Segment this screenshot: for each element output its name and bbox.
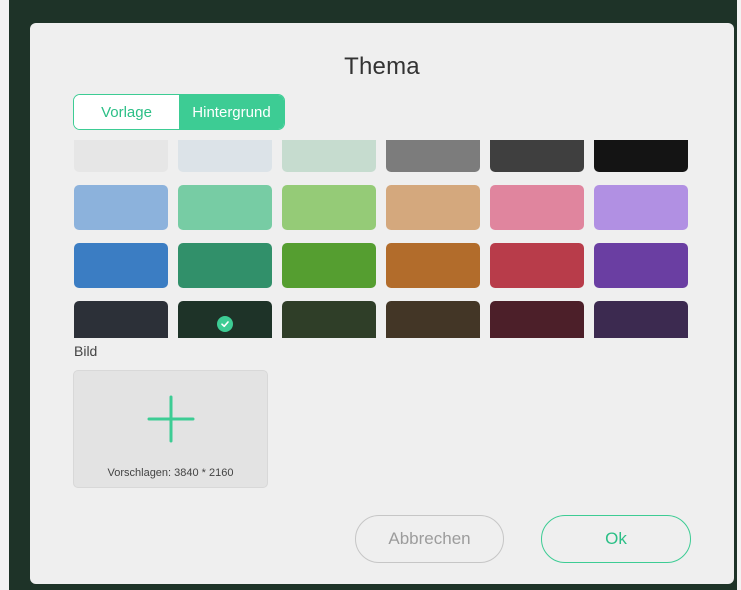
background-edge-left — [0, 0, 9, 590]
color-swatch[interactable] — [282, 185, 376, 230]
image-section-label: Bild — [74, 343, 98, 359]
color-swatch[interactable] — [594, 243, 688, 288]
swatch-row — [74, 243, 690, 288]
selected-check-icon — [217, 315, 233, 332]
tab-template[interactable]: Vorlage — [74, 95, 179, 129]
color-swatch[interactable] — [74, 140, 168, 172]
color-swatch[interactable] — [490, 243, 584, 288]
color-swatch[interactable] — [282, 243, 376, 288]
plus-icon — [147, 395, 195, 443]
swatch-row — [74, 140, 690, 172]
color-swatch[interactable] — [594, 301, 688, 338]
color-swatch[interactable] — [282, 140, 376, 172]
theme-dialog: Thema Vorlage Hintergrund Bild Vorschlag… — [30, 23, 734, 584]
color-swatch[interactable] — [74, 301, 168, 338]
upload-hint: Vorschlagen: 3840 * 2160 — [107, 467, 234, 479]
ok-button[interactable]: Ok — [541, 515, 691, 563]
color-swatch[interactable] — [490, 301, 584, 338]
color-swatch[interactable] — [178, 140, 272, 172]
tab-background[interactable]: Hintergrund — [179, 95, 284, 129]
cancel-button[interactable]: Abbrechen — [355, 515, 504, 563]
color-swatch[interactable] — [490, 185, 584, 230]
color-swatch-grid — [74, 140, 690, 338]
color-swatch[interactable] — [594, 140, 688, 172]
dialog-title: Thema — [344, 53, 420, 80]
color-swatch[interactable] — [386, 301, 480, 338]
color-swatch[interactable] — [490, 140, 584, 172]
color-swatch-scroll-area[interactable] — [74, 140, 690, 338]
color-swatch[interactable] — [282, 301, 376, 338]
image-upload-button[interactable]: Vorschlagen: 3840 * 2160 — [73, 370, 268, 488]
color-swatch[interactable] — [386, 185, 480, 230]
swatch-row — [74, 185, 690, 230]
color-swatch[interactable] — [386, 140, 480, 172]
color-swatch[interactable] — [74, 185, 168, 230]
background-edge-right — [737, 0, 741, 590]
color-swatch[interactable] — [594, 185, 688, 230]
color-swatch[interactable] — [386, 243, 480, 288]
swatch-row — [74, 301, 690, 338]
tab-switch: Vorlage Hintergrund — [73, 94, 285, 130]
color-swatch[interactable] — [74, 243, 168, 288]
color-swatch[interactable] — [178, 243, 272, 288]
color-swatch[interactable] — [178, 301, 272, 338]
color-swatch[interactable] — [178, 185, 272, 230]
